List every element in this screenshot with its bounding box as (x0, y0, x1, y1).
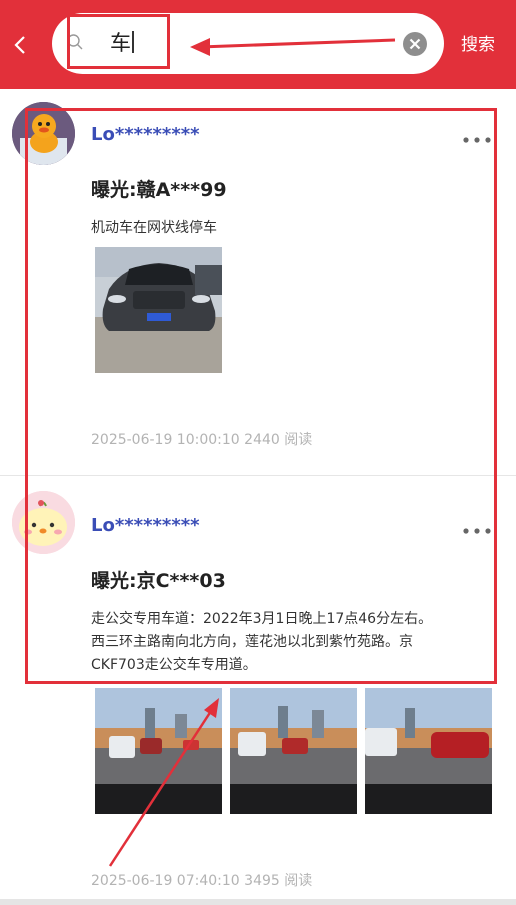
app-header: 车 搜索 (0, 0, 516, 89)
duck-avatar-icon (12, 102, 75, 165)
post-description-line: 西三环主路南向北方向，莲花池以北到紫竹苑路。京 (91, 634, 413, 650)
post-description: 走公交专用车道：2022年3月1日晚上17点46分左右。 西三环主路南向北方向，… (91, 608, 481, 677)
post-photo[interactable] (365, 688, 492, 814)
chick-avatar-icon (12, 491, 75, 554)
post-meta: 2025-06-19 10:00:10 2440 阅读 (91, 431, 312, 449)
post-username[interactable]: Lo********* (91, 515, 200, 537)
post-username[interactable]: Lo********* (91, 124, 200, 146)
post-description-line: 机动车在网状线停车 (91, 220, 217, 236)
post-meta: 2025-06-19 07:40:10 3495 阅读 (91, 872, 312, 890)
more-options-button[interactable] (462, 520, 492, 534)
post-view-unit: 阅读 (284, 873, 313, 889)
text-caret (132, 31, 134, 53)
search-query: 车 (110, 31, 131, 55)
post-title: 曝光:赣A***99 (91, 179, 227, 201)
post-view-count: 2440 (244, 432, 280, 448)
post-timestamp: 2025-06-19 07:40:10 (91, 873, 240, 889)
post-view-unit: 阅读 (284, 432, 313, 448)
more-dots-icon (463, 137, 491, 143)
back-button[interactable] (8, 28, 34, 62)
traffic-photo-image (230, 688, 357, 814)
post-divider (0, 475, 516, 476)
traffic-photo-image (95, 688, 222, 814)
search-field[interactable]: 车 (52, 13, 444, 74)
post-description: 机动车在网状线停车 (91, 217, 481, 240)
post-photo[interactable] (95, 247, 222, 373)
post-photo[interactable] (230, 688, 357, 814)
post-photo[interactable] (95, 688, 222, 814)
post-view-count: 3495 (244, 873, 280, 889)
more-options-button[interactable] (462, 129, 492, 143)
more-dots-icon (463, 528, 491, 534)
chevron-left-icon (14, 36, 25, 54)
search-input[interactable]: 车 (110, 29, 134, 57)
traffic-photo-image (365, 688, 492, 814)
clear-search-button[interactable] (403, 32, 427, 56)
post-description-line: CKF703走公交车专用道。 (91, 657, 257, 673)
post-timestamp: 2025-06-19 10:00:10 (91, 432, 240, 448)
search-icon (67, 34, 83, 50)
close-icon (409, 38, 421, 50)
post-title: 曝光:京C***03 (91, 570, 226, 592)
avatar[interactable] (12, 491, 75, 554)
bottom-edge (0, 899, 516, 905)
post-description-line: 走公交专用车道：2022年3月1日晚上17点46分左右。 (91, 611, 433, 627)
avatar[interactable] (12, 102, 75, 165)
car-photo-image (95, 247, 222, 373)
search-button[interactable]: 搜索 (461, 34, 495, 56)
